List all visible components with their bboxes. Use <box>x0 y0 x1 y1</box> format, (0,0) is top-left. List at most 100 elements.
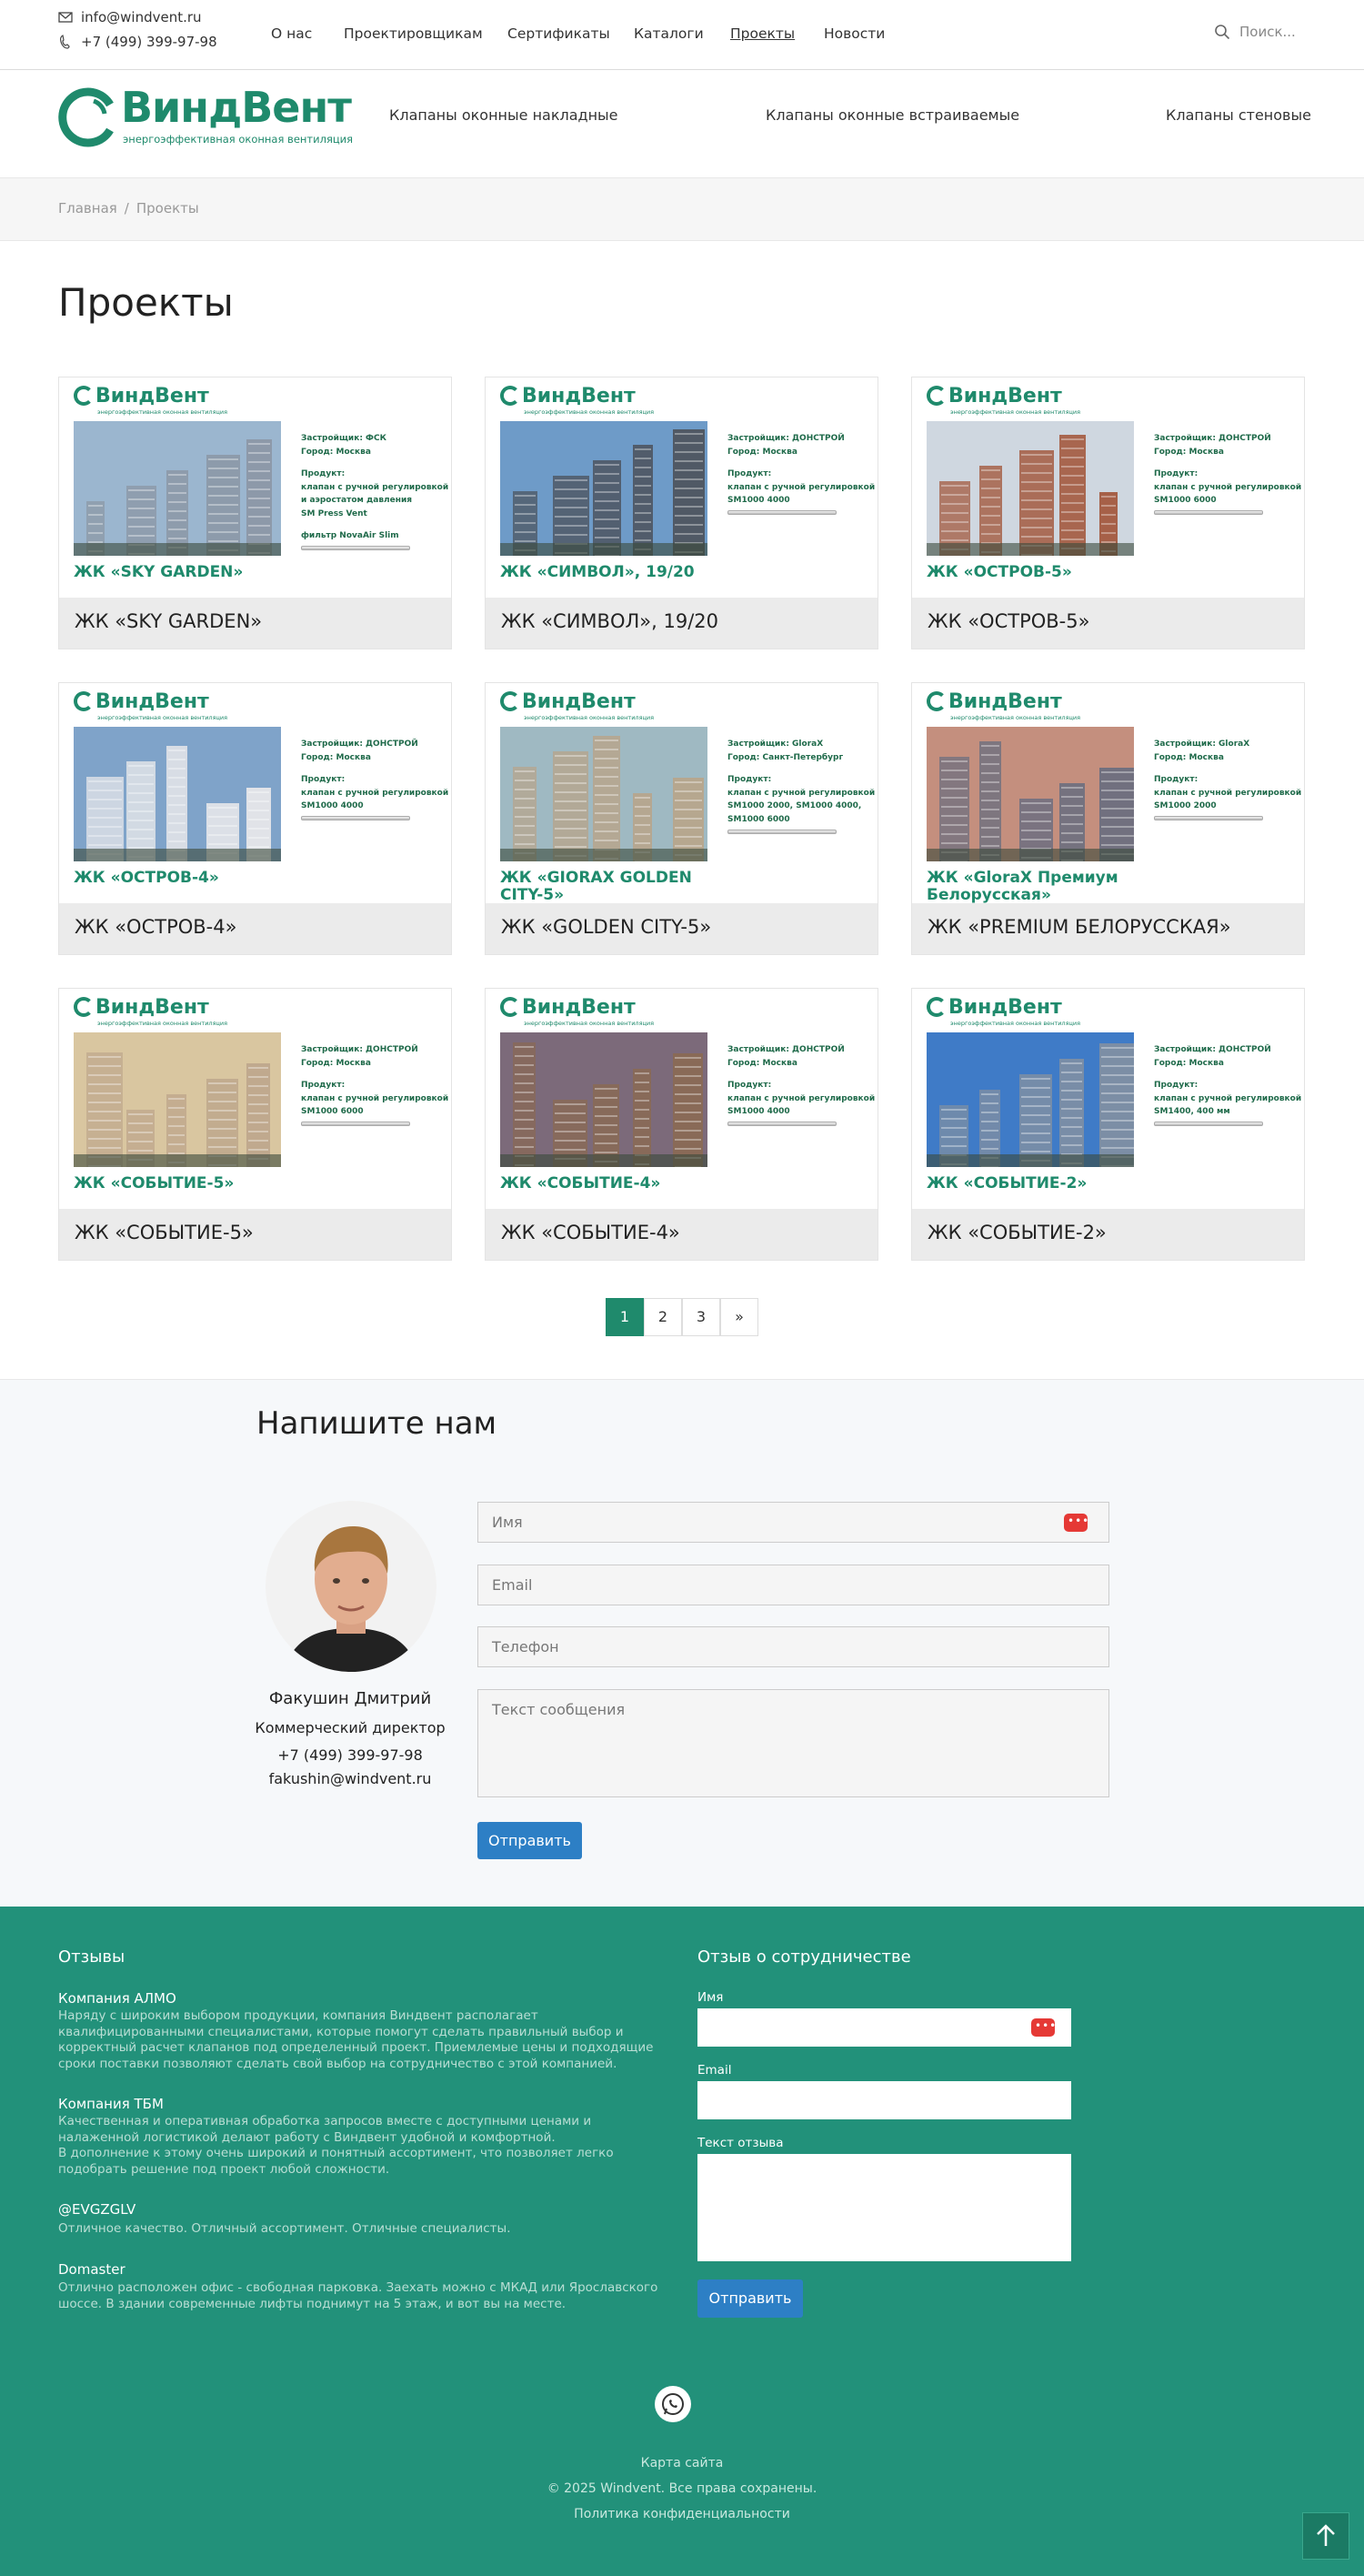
breadcrumb-current: Проекты <box>135 200 199 216</box>
project-caption[interactable]: ЖК «СОБЫТИЕ-4» <box>486 1209 878 1260</box>
nav-certificates[interactable]: Сертификаты <box>507 25 610 42</box>
project-info-line: фильтр NovaAir Slim <box>301 531 399 541</box>
project-info-line: Город: Москва <box>301 447 371 457</box>
name-field[interactable]: Имя <box>477 1502 1109 1543</box>
feedback-text-input[interactable] <box>697 2154 1071 2261</box>
project-info: Застройщик: ДОНСТРОЙ Город: Москва Продукт… <box>301 738 451 821</box>
feedback-submit-button[interactable]: Отправить <box>697 2279 803 2318</box>
building-photo <box>927 421 1134 556</box>
breadcrumb-home[interactable]: Главная <box>58 200 117 216</box>
nav-wall-valves[interactable]: Клапаны стеновые <box>1166 106 1311 124</box>
autofill-icon[interactable] <box>1064 1514 1089 1532</box>
page-2-button[interactable]: 2 <box>644 1298 682 1336</box>
project-card[interactable]: ВиндВент энергоэффективная оконная вентил… <box>58 988 452 1261</box>
project-info-line: клапан с ручной регулировкой <box>727 482 876 492</box>
project-card[interactable]: ВиндВент энергоэффективная оконная вентил… <box>58 377 452 649</box>
project-caption[interactable]: ЖК «СОБЫТИЕ-5» <box>59 1209 451 1260</box>
nav-overlay-valves[interactable]: Клапаны оконные накладные <box>389 106 618 124</box>
site-logo[interactable]: ВиндВент энергоэффективная оконная венти… <box>57 83 353 150</box>
project-caption[interactable]: ЖК «PREMIUM БЕЛОРУССКАЯ» <box>912 903 1304 954</box>
project-image: ВиндВент энергоэффективная оконная вентил… <box>59 377 451 598</box>
card-logo: ВиндВент <box>500 996 636 1019</box>
project-info-line: Город: Санкт-Петербург <box>727 752 844 762</box>
email-placeholder: Email <box>492 1576 533 1594</box>
manager-phone[interactable]: +7 (499) 399-97-98 <box>246 1746 455 1764</box>
feedback-name-input[interactable] <box>697 2008 1071 2047</box>
project-info-line: Застройщик: ДОНСТРОЙ <box>727 434 845 443</box>
contact-submit-button[interactable]: Отправить <box>477 1822 582 1859</box>
project-image-title: ЖК «GIORAX GOLDEN CITY-5» <box>500 869 692 903</box>
arrow-up-icon <box>1317 2524 1335 2546</box>
project-card[interactable]: ВиндВент энергоэффективная оконная вентил… <box>911 377 1305 649</box>
project-card[interactable]: ВиндВент энергоэффективная оконная вентил… <box>911 988 1305 1261</box>
page-1-button[interactable]: 1 <box>606 1298 644 1336</box>
project-image: ВиндВент энергоэффективная оконная вентил… <box>912 683 1304 903</box>
sitemap-link[interactable]: Карта сайта <box>0 2456 1364 2470</box>
project-caption[interactable]: ЖК «ОСТРОВ-4» <box>59 903 451 954</box>
whatsapp-icon[interactable] <box>655 2386 691 2422</box>
nav-about[interactable]: О нас <box>271 25 312 42</box>
project-image-title: ЖК «GloraX Премиум Белорусская» <box>927 869 1118 903</box>
nav-designers[interactable]: Проектировщикам <box>344 25 483 42</box>
manager-email[interactable]: fakushin@windvent.ru <box>246 1770 455 1787</box>
project-caption[interactable]: ЖК «GOLDEN CITY-5» <box>486 903 878 954</box>
manager-role: Коммерческий директор <box>255 1719 446 1736</box>
project-info-line: клапан с ручной регулировкой <box>727 788 876 798</box>
scroll-to-top-button[interactable] <box>1302 2512 1349 2560</box>
review-author: Компания ТБМ <box>58 2096 164 2112</box>
whatsapp-glyph <box>662 2393 684 2415</box>
project-info-line: Город: Москва <box>1154 1058 1224 1068</box>
project-info-line <box>1154 459 1304 468</box>
search-box[interactable]: Поиск... <box>1214 24 1296 40</box>
project-caption[interactable]: ЖК «СОБЫТИЕ-2» <box>912 1209 1304 1260</box>
name-placeholder: Имя <box>492 1514 523 1531</box>
project-card[interactable]: ВиндВент энергоэффективная оконная вентил… <box>485 682 878 955</box>
vent-product-image <box>727 510 837 516</box>
project-caption[interactable]: ЖК «ОСТРОВ-5» <box>912 598 1304 649</box>
project-image-title: ЖК «СИМВОЛ», 19/20 <box>500 563 695 581</box>
privacy-link[interactable]: Политика конфиденциальности <box>0 2507 1364 2521</box>
project-info: Застройщик: ДОНСТРОЙ Город: Москва Продукт… <box>1154 1043 1304 1127</box>
email-field[interactable]: Email <box>477 1565 1109 1605</box>
project-info-line: Застройщик: ДОНСТРОЙ <box>1154 434 1271 443</box>
avatar <box>266 1501 436 1672</box>
page-3-button[interactable]: 3 <box>682 1298 720 1336</box>
project-card[interactable]: ВиндВент энергоэффективная оконная вентил… <box>58 682 452 955</box>
vent-product-image <box>301 1122 410 1127</box>
project-info-line: клапан с ручной регулировкой <box>1154 1093 1302 1103</box>
feedback-email-input[interactable] <box>697 2081 1071 2119</box>
card-logo-tagline: энергоэффективная оконная вентиляция <box>950 1020 1081 1027</box>
building-photo <box>74 1032 281 1167</box>
message-field[interactable]: Текст сообщения <box>477 1689 1109 1797</box>
project-card[interactable]: ВиндВент энергоэффективная оконная вентил… <box>485 377 878 649</box>
nav-builtin-valves[interactable]: Клапаны оконные встраиваемые <box>766 106 1019 124</box>
autofill-icon[interactable] <box>1031 2018 1057 2037</box>
nav-projects[interactable]: Проекты <box>730 25 795 42</box>
feedback-name-label: Имя <box>697 1990 724 2005</box>
card-logo: ВиндВент <box>74 690 209 713</box>
building-photo <box>927 1032 1134 1167</box>
header-email[interactable]: info@windvent.ru <box>58 9 202 25</box>
project-info-line: SM1000 4000 <box>301 801 364 811</box>
project-info-line: SM1000 2000, SM1000 4000, <box>727 801 862 811</box>
project-caption[interactable]: ЖК «СИМВОЛ», 19/20 <box>486 598 878 649</box>
vent-product-image <box>1154 1122 1263 1127</box>
project-card[interactable]: ВиндВент энергоэффективная оконная вентил… <box>485 988 878 1261</box>
phone-field[interactable]: Телефон <box>477 1626 1109 1667</box>
review-text: Наряду с широким выбором продукции, комп… <box>58 2008 654 2071</box>
project-caption[interactable]: ЖК «SKY GARDEN» <box>59 598 451 649</box>
nav-news[interactable]: Новости <box>824 25 885 42</box>
project-info-line: Застройщик: ДОНСТРОЙ <box>1154 1045 1271 1054</box>
project-info-line: Город: Москва <box>1154 752 1224 762</box>
project-card[interactable]: ВиндВент энергоэффективная оконная вентил… <box>911 682 1305 955</box>
card-logo: ВиндВент <box>500 690 636 713</box>
nav-catalogs[interactable]: Каталоги <box>634 25 704 42</box>
project-info-line: Продукт: <box>727 1080 772 1090</box>
review-text: Отличное качество. Отличный ассортимент.… <box>58 2221 511 2236</box>
project-image-title: ЖК «СОБЫТИЕ-5» <box>74 1174 235 1192</box>
next-page-button[interactable]: » <box>720 1298 758 1336</box>
card-logo-name: ВиндВент <box>95 996 209 1019</box>
project-info-line: Продукт: <box>1154 468 1199 478</box>
project-info-line: Город: Москва <box>727 1058 797 1068</box>
header-phone[interactable]: +7 (499) 399-97-98 <box>58 34 217 50</box>
